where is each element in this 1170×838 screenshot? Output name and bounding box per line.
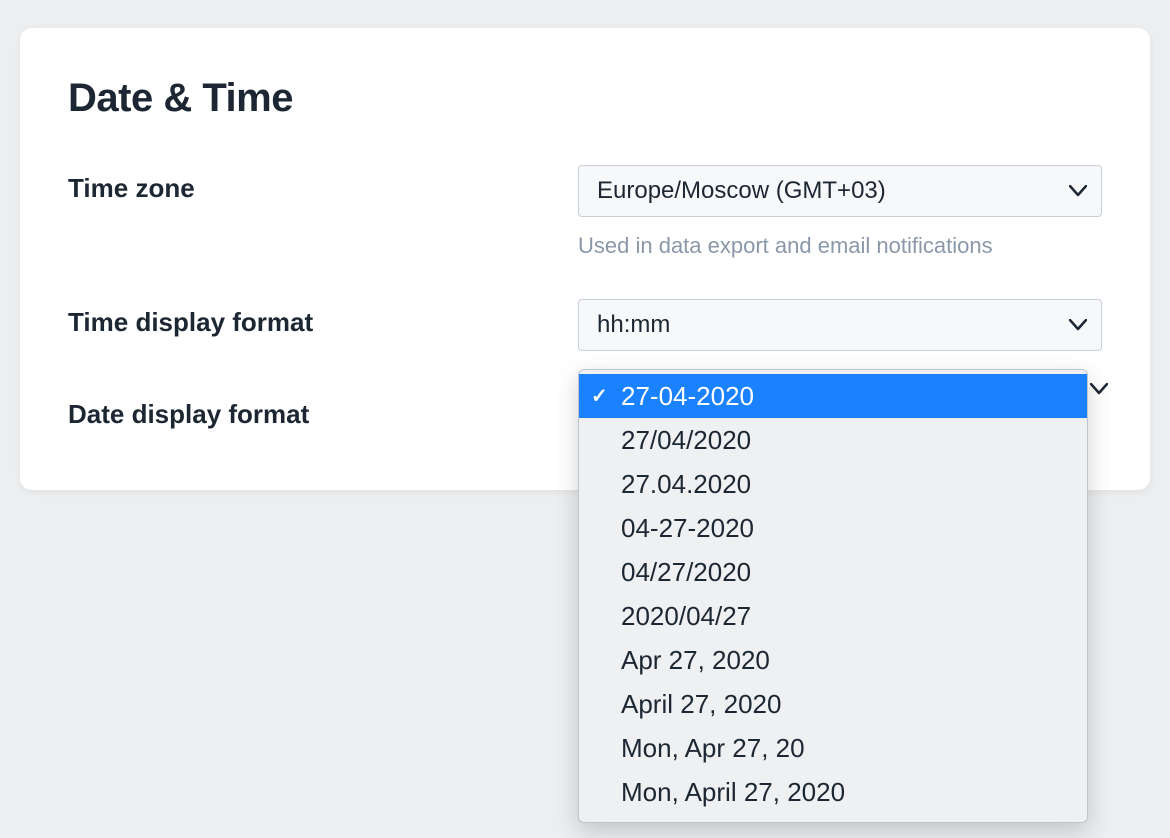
- option-label: April 27, 2020: [621, 689, 781, 720]
- option-label: Apr 27, 2020: [621, 645, 770, 676]
- timezone-help-text: Used in data export and email notificati…: [578, 233, 1102, 259]
- date-format-option[interactable]: Apr 27, 2020: [579, 638, 1087, 682]
- timezone-label: Time zone: [68, 165, 578, 204]
- time-format-control: hh:mm: [578, 299, 1102, 351]
- option-label: 27.04.2020: [621, 469, 751, 500]
- date-format-option[interactable]: 27.04.2020: [579, 462, 1087, 506]
- date-format-option[interactable]: 04/27/2020: [579, 550, 1087, 594]
- chevron-down-icon: [1090, 382, 1108, 400]
- date-format-option[interactable]: 2020/04/27: [579, 594, 1087, 638]
- date-format-option[interactable]: 04-27-2020: [579, 506, 1087, 550]
- time-format-label: Time display format: [68, 299, 578, 338]
- date-format-option[interactable]: Mon, April 27, 2020: [579, 770, 1087, 814]
- card-title: Date & Time: [68, 76, 1102, 121]
- date-format-option[interactable]: ✓ 27-04-2020: [579, 374, 1087, 418]
- timezone-row: Time zone Europe/Moscow (GMT+03) Used in…: [68, 165, 1102, 259]
- date-format-option[interactable]: 27/04/2020: [579, 418, 1087, 462]
- timezone-control: Europe/Moscow (GMT+03) Used in data expo…: [578, 165, 1102, 259]
- time-format-select[interactable]: hh:mm: [578, 299, 1102, 351]
- date-format-label: Date display format: [68, 391, 578, 430]
- timezone-select-value: Europe/Moscow (GMT+03): [597, 177, 886, 205]
- option-label: Mon, Apr 27, 20: [621, 733, 805, 764]
- date-format-option[interactable]: Mon, Apr 27, 20: [579, 726, 1087, 770]
- date-format-option[interactable]: April 27, 2020: [579, 682, 1087, 726]
- check-icon: ✓: [591, 384, 608, 409]
- chevron-down-icon: [1069, 319, 1087, 331]
- time-format-select-value: hh:mm: [597, 311, 670, 339]
- chevron-down-icon: [1069, 185, 1087, 197]
- time-format-row: Time display format hh:mm: [68, 299, 1102, 351]
- option-label: 2020/04/27: [621, 601, 751, 632]
- option-label: 27/04/2020: [621, 425, 751, 456]
- date-format-dropdown[interactable]: ✓ 27-04-2020 27/04/2020 27.04.2020 04-27…: [578, 369, 1088, 823]
- option-label: 04-27-2020: [621, 513, 754, 544]
- timezone-select[interactable]: Europe/Moscow (GMT+03): [578, 165, 1102, 217]
- option-label: Mon, April 27, 2020: [621, 777, 845, 808]
- option-label: 27-04-2020: [621, 381, 754, 412]
- option-label: 04/27/2020: [621, 557, 751, 588]
